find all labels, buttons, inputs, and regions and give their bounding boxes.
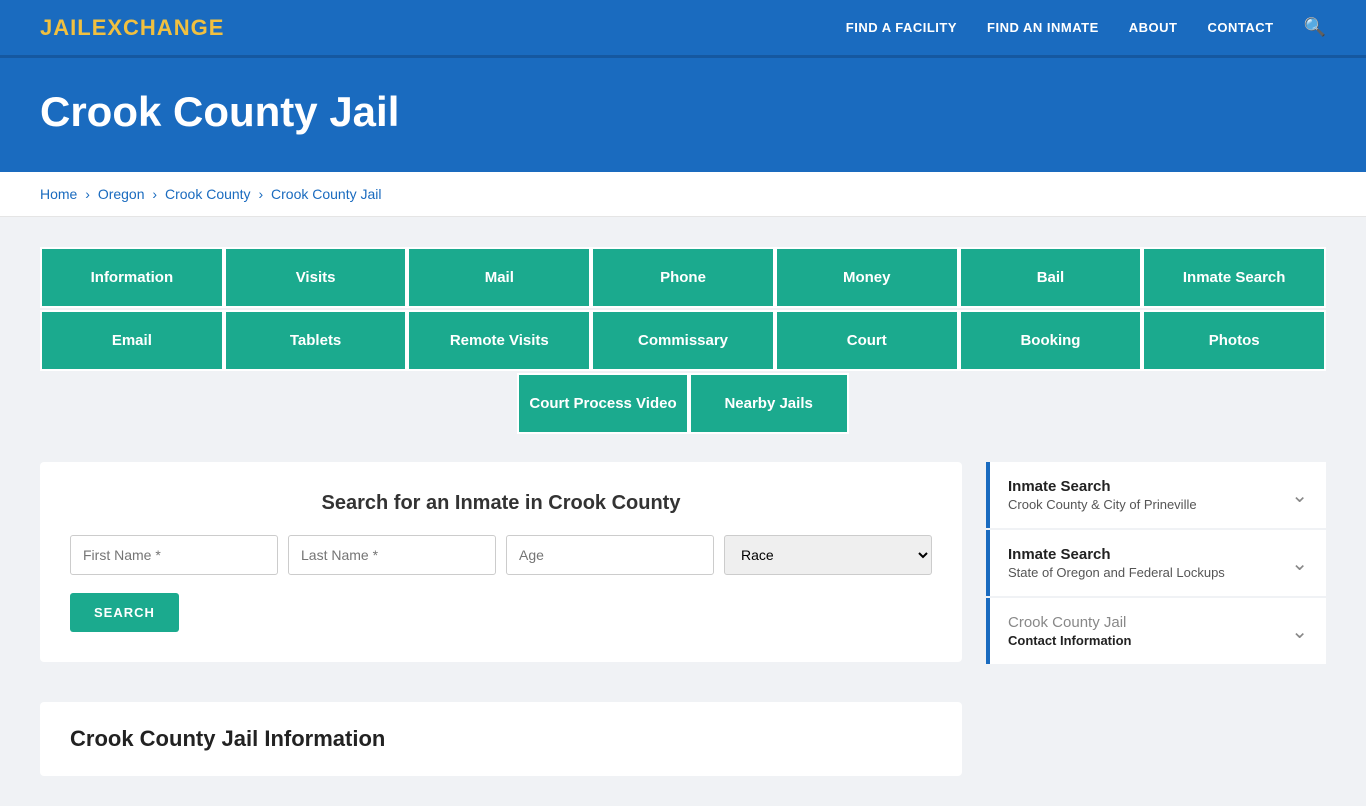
btn-money[interactable]: Money (775, 247, 959, 308)
breadcrumb-oregon[interactable]: Oregon (98, 186, 145, 202)
button-row-2: Email Tablets Remote Visits Commissary C… (40, 310, 1326, 371)
breadcrumb: Home › Oregon › Crook County › Crook Cou… (0, 172, 1366, 217)
sidebar-item-text-1: Inmate Search Crook County & City of Pri… (1008, 478, 1197, 512)
chevron-down-icon-3: ⌄ (1291, 619, 1308, 644)
top-navigation: JAILEXCHANGE FIND A FACILITY FIND AN INM… (0, 0, 1366, 58)
button-row-1: Information Visits Mail Phone Money Bail… (40, 247, 1326, 308)
sidebar-item-inmate-search-state[interactable]: Inmate Search State of Oregon and Federa… (986, 530, 1326, 596)
btn-nearby-jails[interactable]: Nearby Jails (689, 373, 849, 434)
lower-section: Search for an Inmate in Crook County Rac… (40, 462, 1326, 776)
inmate-search-box: Search for an Inmate in Crook County Rac… (40, 462, 962, 662)
chevron-down-icon-2: ⌄ (1291, 551, 1308, 576)
search-title: Search for an Inmate in Crook County (70, 492, 932, 515)
button-row-3: Court Process Video Nearby Jails (40, 373, 1326, 434)
btn-tablets[interactable]: Tablets (224, 310, 408, 371)
logo-jail: JAIL (40, 15, 92, 40)
sidebar-item-text-3: Crook County Jail Contact Information (1008, 614, 1132, 648)
info-section-title: Crook County Jail Information (70, 726, 932, 752)
btn-inmate-search[interactable]: Inmate Search (1142, 247, 1326, 308)
sidebar-item-text-2: Inmate Search State of Oregon and Federa… (1008, 546, 1225, 580)
search-icon[interactable]: 🔍 (1304, 17, 1326, 38)
logo[interactable]: JAILEXCHANGE (40, 15, 224, 41)
btn-information[interactable]: Information (40, 247, 224, 308)
btn-bail[interactable]: Bail (959, 247, 1143, 308)
btn-commissary[interactable]: Commissary (591, 310, 775, 371)
main-area: Information Visits Mail Phone Money Bail… (0, 217, 1366, 806)
btn-photos[interactable]: Photos (1142, 310, 1326, 371)
info-section: Crook County Jail Information (40, 702, 962, 776)
btn-email[interactable]: Email (40, 310, 224, 371)
btn-phone[interactable]: Phone (591, 247, 775, 308)
sidebar-item-contact-info[interactable]: Crook County Jail Contact Information ⌄ (986, 598, 1326, 664)
last-name-input[interactable] (288, 535, 496, 575)
logo-exchange: EXCHANGE (92, 15, 225, 40)
breadcrumb-crook-county[interactable]: Crook County (165, 186, 251, 202)
sidebar: Inmate Search Crook County & City of Pri… (986, 462, 1326, 666)
sidebar-item-sub-3: Contact Information (1008, 633, 1132, 648)
breadcrumb-home[interactable]: Home (40, 186, 77, 202)
sidebar-item-title-1: Inmate Search (1008, 478, 1197, 495)
find-facility-link[interactable]: FIND A FACILITY (846, 20, 957, 35)
nav-links: FIND A FACILITY FIND AN INMATE ABOUT CON… (846, 17, 1326, 38)
page-title: Crook County Jail (40, 88, 1326, 136)
sidebar-item-sub-1: Crook County & City of Prineville (1008, 497, 1197, 512)
breadcrumb-sep-3: › (258, 186, 267, 202)
search-button[interactable]: SEARCH (70, 593, 179, 632)
about-link[interactable]: ABOUT (1129, 20, 1178, 35)
first-name-input[interactable] (70, 535, 278, 575)
age-input[interactable] (506, 535, 714, 575)
btn-visits[interactable]: Visits (224, 247, 408, 308)
breadcrumb-sep-2: › (152, 186, 161, 202)
btn-remote-visits[interactable]: Remote Visits (407, 310, 591, 371)
btn-court[interactable]: Court (775, 310, 959, 371)
contact-link[interactable]: CONTACT (1207, 20, 1273, 35)
service-buttons-grid: Information Visits Mail Phone Money Bail… (40, 247, 1326, 434)
breadcrumb-jail[interactable]: Crook County Jail (271, 186, 382, 202)
chevron-down-icon-1: ⌄ (1291, 483, 1308, 508)
search-fields: Race White Black Hispanic Asian Other (70, 535, 932, 575)
sidebar-item-sub-2: State of Oregon and Federal Lockups (1008, 565, 1225, 580)
sidebar-item-inmate-search-county[interactable]: Inmate Search Crook County & City of Pri… (986, 462, 1326, 528)
race-select[interactable]: Race White Black Hispanic Asian Other (724, 535, 932, 575)
sidebar-item-title-3: Crook County Jail (1008, 614, 1132, 631)
sidebar-item-title-2: Inmate Search (1008, 546, 1225, 563)
btn-booking[interactable]: Booking (959, 310, 1143, 371)
btn-mail[interactable]: Mail (407, 247, 591, 308)
breadcrumb-sep-1: › (85, 186, 94, 202)
find-inmate-link[interactable]: FIND AN INMATE (987, 20, 1099, 35)
btn-court-process-video[interactable]: Court Process Video (517, 373, 688, 434)
hero-section: Crook County Jail (0, 58, 1366, 172)
